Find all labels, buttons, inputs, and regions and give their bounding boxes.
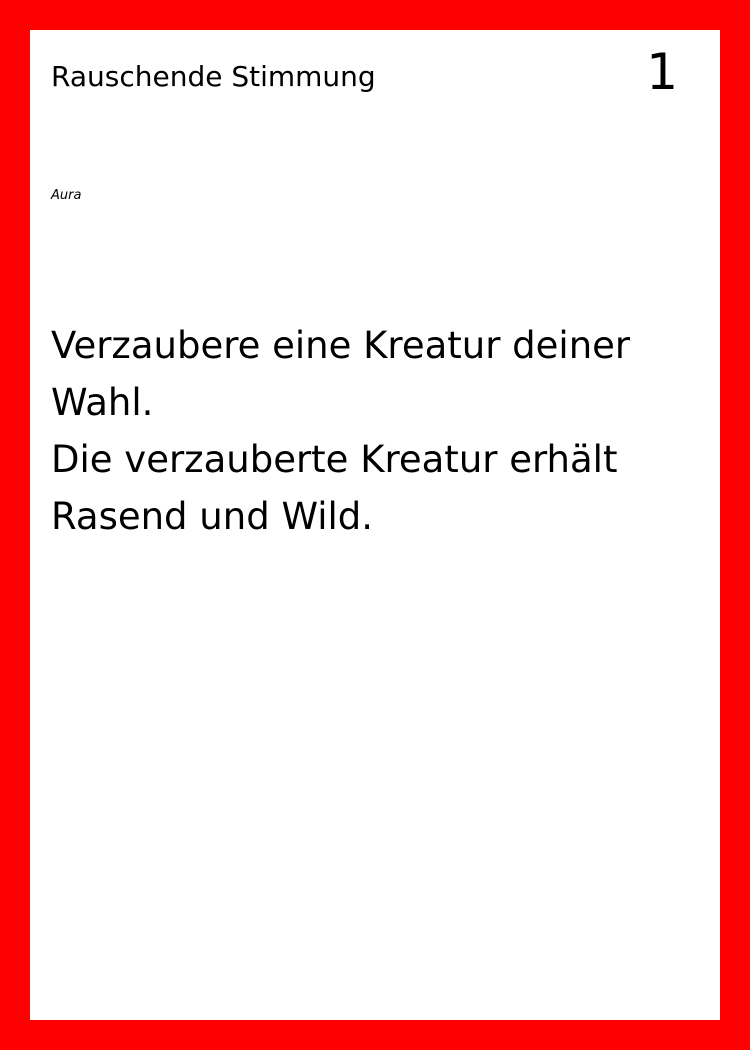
rules-text-line: Verzaubere eine Kreatur deiner [51, 324, 631, 367]
card-face: Rauschende Stimmung 1 Aura Verzaubere ei… [30, 30, 720, 1020]
rules-text-line: Die verzauberte Kreatur erhält [51, 438, 618, 481]
card-title: Rauschende Stimmung [51, 60, 376, 93]
card-cost: 1 [646, 43, 678, 101]
card-type-line: Aura [51, 188, 82, 203]
rules-text-line: Wahl. [51, 381, 154, 424]
rules-text-line: Rasend und Wild. [51, 495, 374, 538]
card-rules-text: Verzaubere eine Kreatur deiner Wahl. Die… [51, 317, 701, 545]
game-card: Rauschende Stimmung 1 Aura Verzaubere ei… [0, 0, 750, 1050]
